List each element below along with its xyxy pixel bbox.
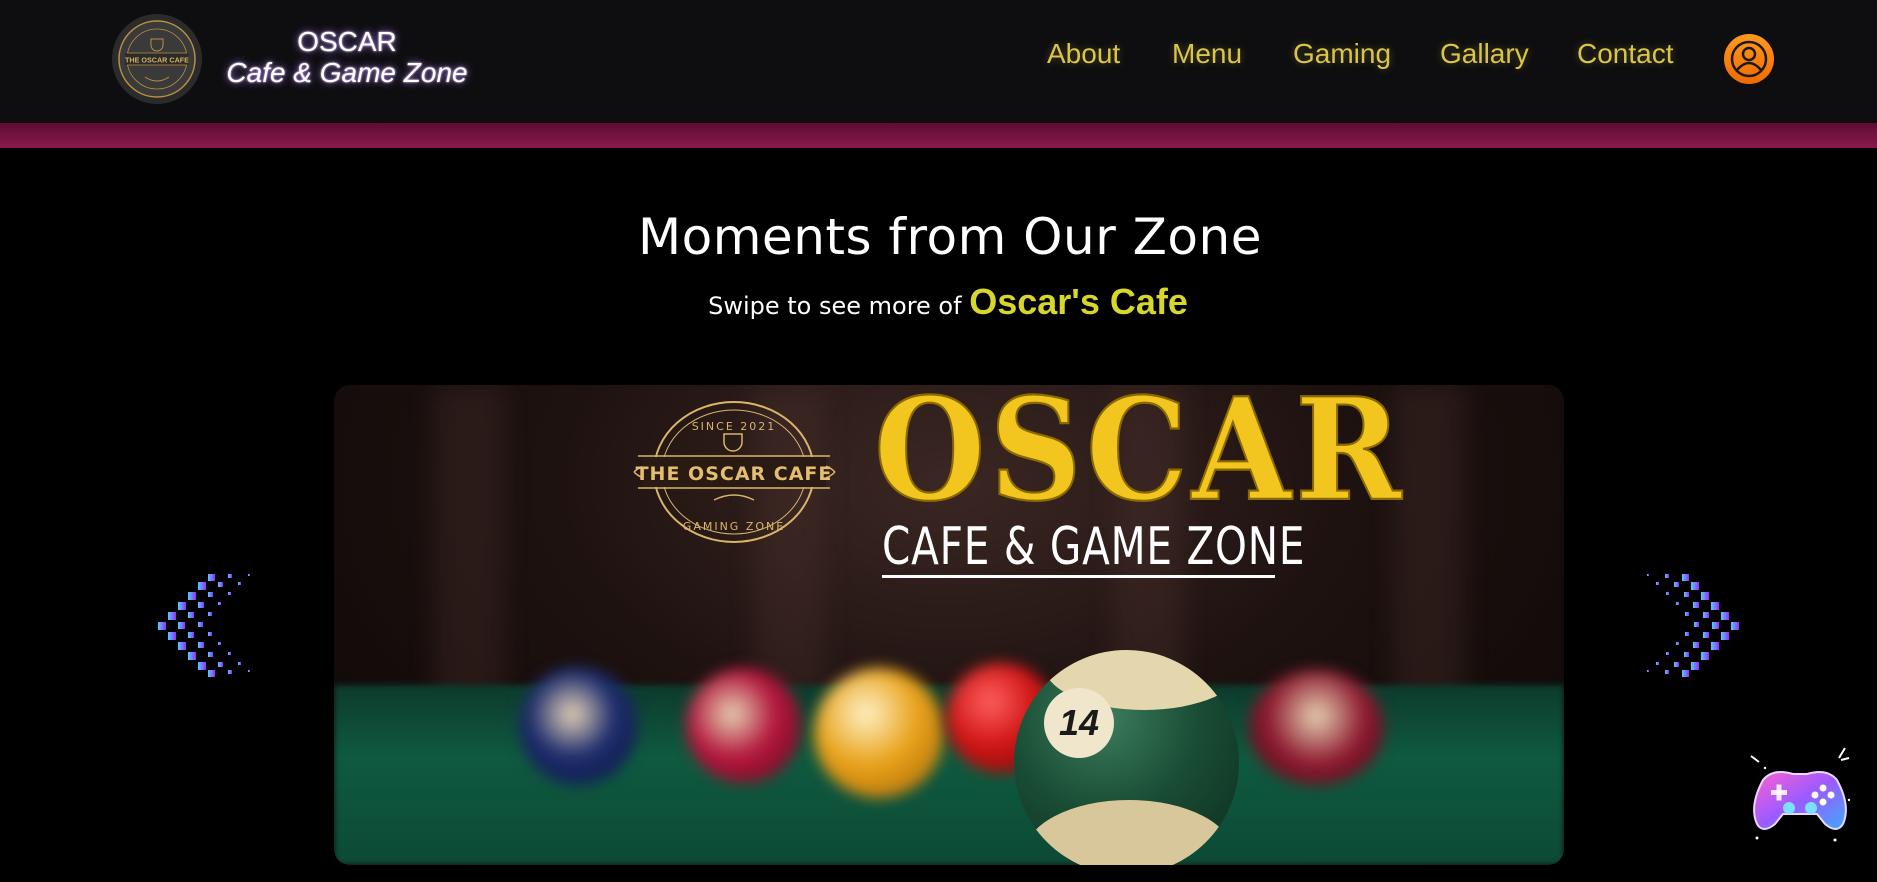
subtitle-prefix: Swipe to see more of	[708, 292, 962, 320]
gallery-slide[interactable]: 14 THE OSCAR CAFE SINCE 2021 GAMING ZONE…	[334, 385, 1564, 865]
emblem-gaming-zone: GAMING ZONE	[683, 520, 785, 533]
section-title: Moments from Our Zone	[638, 208, 1262, 266]
pool-ball-blurred	[519, 667, 637, 785]
user-account-button[interactable]	[1724, 34, 1774, 84]
chevron-right-pixel-icon	[1647, 574, 1739, 677]
pool-ball-blurred	[814, 668, 944, 798]
brand-title: OSCAR	[297, 26, 397, 57]
slider-next-button[interactable]	[1626, 572, 1741, 680]
emblem-name: THE OSCAR CAFE	[636, 463, 833, 485]
slide-tagline-underline	[882, 575, 1275, 578]
section-subtitle: Swipe to see more of Oscar's Cafe	[0, 281, 1877, 323]
nav-contact[interactable]: Contact	[1577, 38, 1674, 70]
nav-gaming[interactable]: Gaming	[1293, 38, 1391, 70]
oscar-cafe-emblem: THE OSCAR CAFE SINCE 2021 GAMING ZONE	[633, 401, 836, 543]
nav-about[interactable]: About	[1047, 38, 1120, 70]
subtitle-highlight: Oscar's Cafe	[969, 281, 1188, 322]
coffee-cup-icon	[723, 433, 743, 452]
slider-prev-button[interactable]	[156, 572, 271, 680]
pool-ball-blurred	[1249, 670, 1384, 785]
chevron-left-pixel-icon	[158, 574, 250, 677]
gamepad-icon	[1750, 747, 1851, 842]
slide-headline: OSCAR	[873, 385, 1406, 533]
slide-tagline: CAFE & GAME ZONE	[882, 517, 1306, 577]
gamepad-floating-button[interactable]	[1745, 740, 1855, 848]
pool-ball-blurred	[686, 668, 801, 783]
emblem-since: SINCE 2021	[692, 420, 777, 433]
site-header: THE OSCAR CAFE OSCAR Cafe & Game Zone Ab…	[0, 0, 1877, 123]
brand-name: OSCAR Cafe & Game Zone	[222, 26, 472, 88]
header-accent-band	[0, 123, 1877, 148]
brand-subtitle: Cafe & Game Zone	[226, 57, 468, 88]
pool-ball-14: 14	[1014, 650, 1239, 865]
logo-text: THE OSCAR CAFE	[125, 56, 189, 65]
user-account-icon	[1730, 40, 1768, 78]
cafe-logo[interactable]: THE OSCAR CAFE	[112, 14, 202, 104]
ball-number: 14	[1044, 688, 1114, 758]
slide-pillar	[434, 385, 504, 715]
nav-menu[interactable]: Menu	[1172, 38, 1242, 70]
logo-emblem-icon: THE OSCAR CAFE	[118, 20, 196, 98]
ball-stripe-bottom	[1024, 800, 1234, 865]
nav-gallery[interactable]: Gallary	[1440, 38, 1529, 70]
